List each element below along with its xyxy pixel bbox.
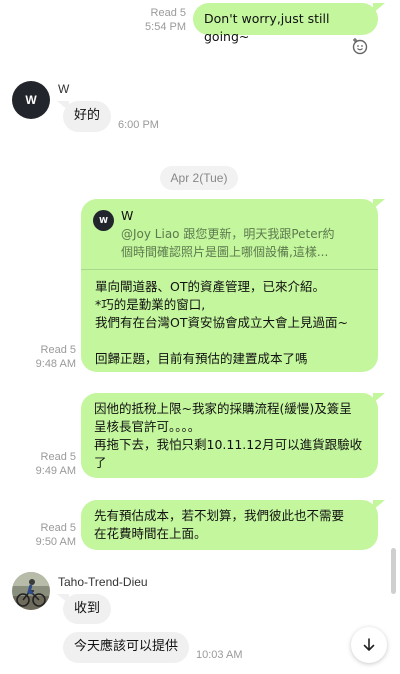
message-bubble-outgoing[interactable]: W W @Joy Liao 跟您更新，明天我跟Peter約 個時間確認照片是圖上… (81, 199, 385, 372)
message-text-line: *巧的是勤業的窗口, (95, 297, 206, 312)
message-text: 收到 (74, 601, 101, 616)
scroll-to-bottom-button[interactable] (351, 627, 387, 663)
message-bubble-incoming[interactable]: 收到 (57, 594, 111, 624)
read-status: Read 5 (150, 7, 186, 19)
message-time: 9:50 AM (35, 536, 76, 548)
message-time: 6:00 PM (118, 119, 159, 131)
message-time: 9:48 AM (35, 358, 76, 370)
add-reaction-icon[interactable] (68, 666, 84, 674)
arrow-down-icon (363, 638, 375, 651)
message-bubble-incoming[interactable]: 好的 (57, 101, 111, 132)
message-bubble-incoming[interactable]: 今天應該可以提供 (63, 632, 189, 663)
message-text-line: 呈核長官許可。。。。 (94, 419, 201, 434)
message-bubble-outgoing[interactable]: 先有預估成本，若不划算，我們彼此也不需要 在花費時間在上面。 (81, 500, 385, 550)
read-receipt: Read 5 9:48 AM (10, 343, 76, 371)
quote-sender: W (121, 208, 134, 223)
message-text: Don't worry,just still going~ (204, 11, 330, 44)
message-bubble-outgoing[interactable]: Don't worry,just still going~ (193, 3, 385, 44)
read-receipt: Read 5 5:54 PM (120, 6, 186, 34)
message-text: 今天應該可以提供 (74, 639, 179, 654)
message-text: 好的 (74, 108, 101, 123)
message-time: 9:49 AM (35, 465, 76, 477)
message-text-line: 了 (94, 455, 107, 470)
message-time: 10:03 AM (196, 649, 243, 661)
quoted-message[interactable]: W W @Joy Liao 跟您更新，明天我跟Peter約 個時間確認照片是圖上… (81, 199, 378, 270)
message-bubble-outgoing[interactable]: 因他的抵稅上限~我家的採購流程(緩慢)及簽呈 呈核長官許可。。。。 再拖下去，我… (81, 393, 385, 478)
message-text-line: 先有預估成本，若不划算，我們彼此也不需要 (94, 508, 345, 523)
read-receipt: Read 5 9:49 AM (10, 450, 76, 478)
message-text-line: 在花費時間在上面。 (94, 526, 207, 541)
date-divider: Apr 2(Tue) (160, 166, 238, 190)
sender-name: Taho-Trend-Dieu (58, 575, 148, 589)
avatar[interactable] (12, 572, 50, 610)
scrollbar-thumb[interactable] (391, 548, 396, 594)
message-text-line: 因他的抵稅上限~我家的採購流程(緩慢)及簽呈 (94, 401, 352, 416)
quote-avatar: W (93, 210, 114, 231)
avatar[interactable]: W (12, 81, 50, 119)
message-text-line: 我們有在台灣OT資安協會成立大會上見過面~ (95, 315, 348, 330)
add-reaction-icon[interactable] (351, 37, 369, 59)
quote-text-line: 個時間確認照片是圖上哪個設備,這樣... (121, 245, 329, 259)
read-status: Read 5 (40, 344, 76, 356)
read-receipt: Read 5 9:50 AM (10, 521, 76, 549)
sender-name: W (58, 82, 70, 96)
message-text-line: 單向閘道器、OT的資產管理，已來介紹。 (95, 279, 325, 294)
message-text-line: 回歸正題，目前有預估的建置成本了嗎 (95, 351, 308, 366)
message-body: 單向閘道器、OT的資產管理，已來介紹。 *巧的是勤業的窗口, 我們有在台灣OT資… (81, 270, 378, 378)
message-text-line: 再拖下去，我怕只剩10.11.12月可以進貨跟驗收 (94, 437, 363, 452)
message-time: 5:54 PM (145, 21, 186, 33)
read-status: Read 5 (40, 522, 76, 534)
read-status: Read 5 (40, 451, 76, 463)
quote-text-line: @Joy Liao 跟您更新，明天我跟Peter約 (121, 227, 335, 241)
